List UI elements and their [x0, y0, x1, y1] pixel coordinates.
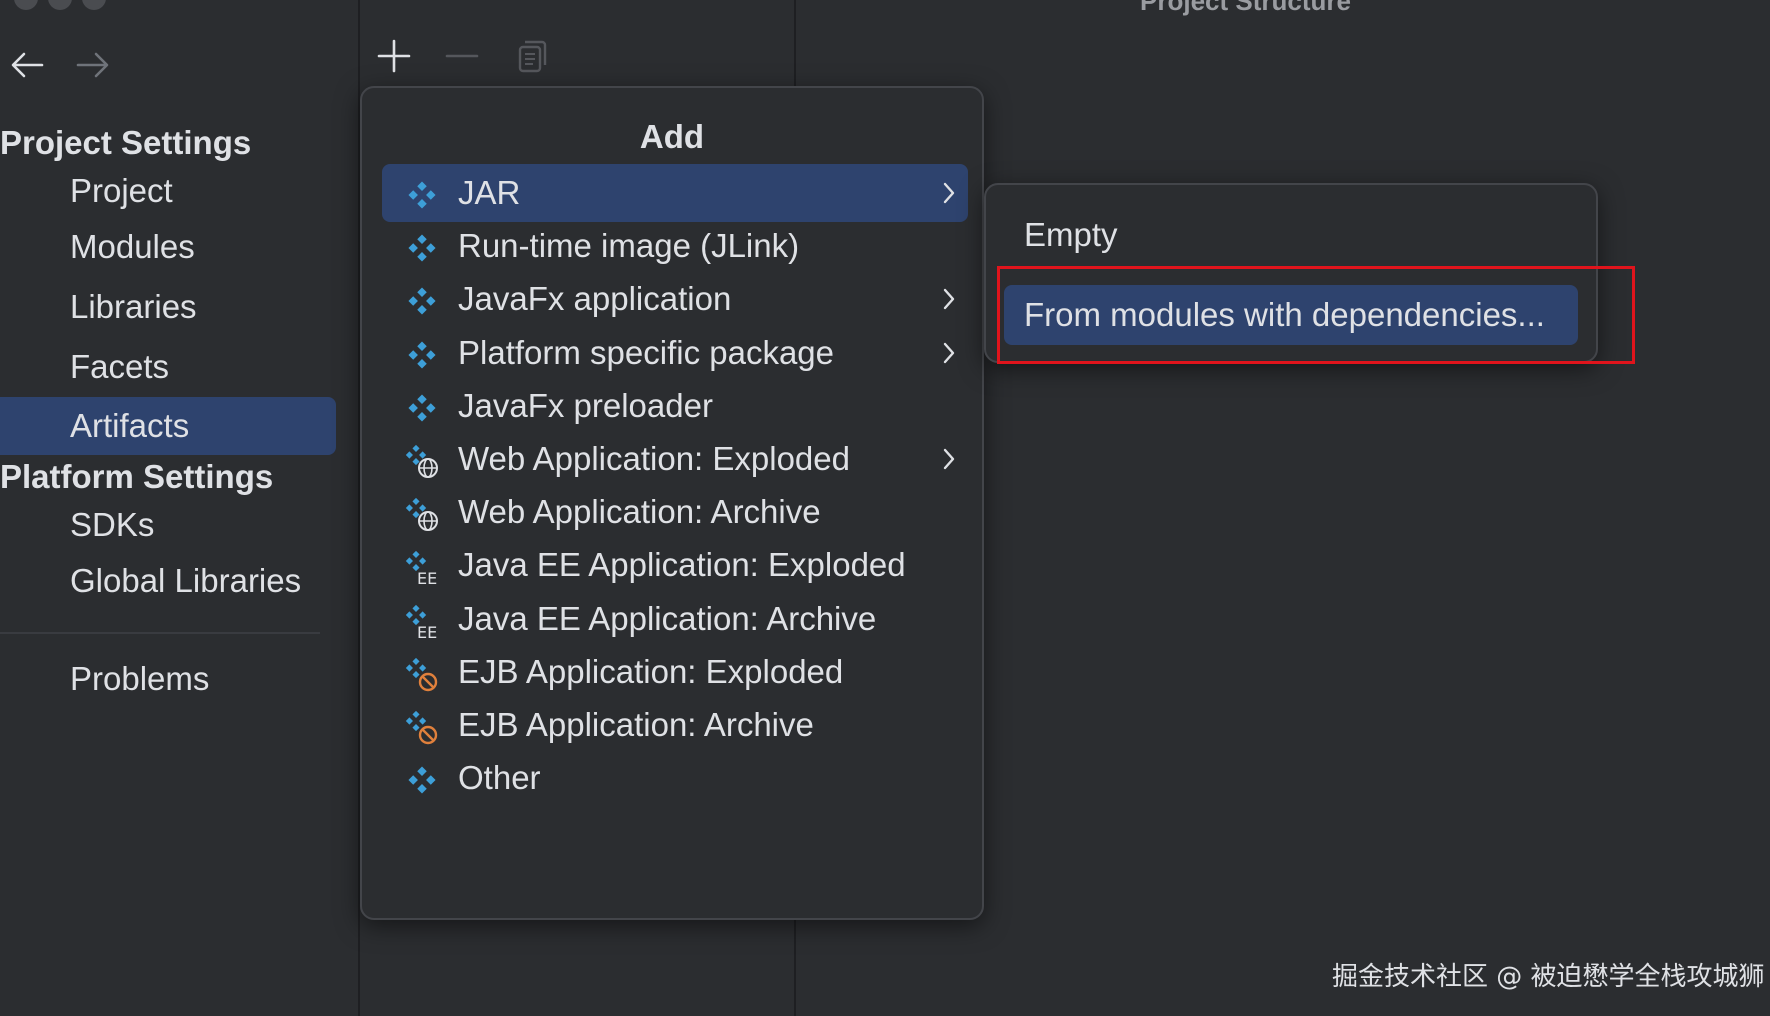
menu-item-platform-specific-package[interactable]: Platform specific package — [382, 324, 968, 382]
watermark: 掘金技术社区 @ 被迫懋学全栈攻城狮 — [1332, 962, 1765, 992]
window-title: Project Structure — [1140, 0, 1351, 16]
menu-item-web-application-archive[interactable]: Web Application: Archive — [382, 483, 968, 541]
menu-item-label: Web Application: Archive — [458, 493, 821, 530]
menu-item-label: EJB Application: Archive — [458, 706, 814, 743]
menu-item-javafx-preloader[interactable]: JavaFx preloader — [382, 377, 968, 435]
copy-artifact-button[interactable] — [508, 34, 552, 78]
menu-item-run-time-image-jlink[interactable]: Run-time image (JLink) — [382, 217, 968, 275]
plus-icon — [377, 39, 411, 73]
artifact-icon — [408, 394, 436, 422]
chevron-right-icon — [943, 448, 955, 470]
sidebar-item-libraries[interactable]: Libraries — [0, 278, 336, 336]
artifact-icon — [408, 287, 436, 315]
menu-item-ejb-application-exploded[interactable]: EJB Application: Exploded — [382, 643, 968, 701]
settings-sidebar: Project Settings Project Modules Librari… — [0, 0, 360, 1016]
web-artifact-icon — [405, 444, 438, 478]
menu-item-javafx-application[interactable]: JavaFx application — [382, 270, 968, 328]
web-artifact-icon — [405, 497, 438, 531]
svg-text:EE: EE — [417, 623, 437, 639]
artifact-icon — [408, 766, 436, 794]
chevron-right-icon — [943, 342, 955, 364]
chevron-right-icon — [943, 182, 955, 204]
sidebar-item-project[interactable]: Project — [0, 162, 336, 220]
sidebar-divider — [0, 632, 320, 634]
sidebar-item-artifacts[interactable]: Artifacts — [0, 397, 336, 455]
menu-item-label: Other — [458, 759, 541, 796]
sidebar-item-modules[interactable]: Modules — [0, 218, 336, 276]
platform-settings-header: Platform Settings — [0, 458, 274, 495]
sidebar-item-facets[interactable]: Facets — [0, 338, 336, 396]
arrow-right-icon — [76, 52, 109, 78]
menu-item-label: Platform specific package — [458, 334, 835, 371]
menu-item-other[interactable]: Other — [382, 749, 968, 807]
menu-item-ejb-application-archive[interactable]: EJB Application: Archive — [382, 696, 968, 754]
sidebar-item-sdks[interactable]: SDKs — [0, 496, 336, 554]
menu-item-label: Run-time image (JLink) — [458, 227, 800, 264]
add-artifact-button[interactable] — [372, 34, 416, 78]
ejb-artifact-icon — [405, 657, 438, 692]
remove-artifact-button[interactable] — [440, 34, 484, 78]
sidebar-item-global-libraries[interactable]: Global Libraries — [0, 552, 336, 610]
back-button[interactable] — [10, 48, 44, 88]
artifact-icon — [408, 181, 436, 209]
submenu-item-empty[interactable]: Empty — [1004, 205, 1578, 265]
javaee-artifact-icon: EE — [405, 550, 437, 585]
menu-item-label: Java EE Application: Exploded — [458, 546, 906, 583]
menu-item-jar[interactable]: JAR — [382, 164, 968, 222]
menu-item-web-application-exploded[interactable]: Web Application: Exploded — [382, 430, 968, 488]
menu-item-java-ee-application-archive[interactable]: EE Java EE Application: Archive — [382, 590, 968, 648]
menu-item-label: JavaFx application — [458, 280, 732, 317]
menu-item-label: EJB Application: Exploded — [458, 653, 844, 690]
sidebar-item-problems[interactable]: Problems — [0, 650, 336, 708]
copy-icon — [518, 40, 547, 73]
ejb-artifact-icon — [405, 710, 438, 745]
artifact-icon — [408, 341, 436, 369]
add-artifact-popup: Add JAR Run-time image (JLink) JavaFx appl… — [360, 86, 984, 920]
popup-title: Add — [639, 118, 705, 155]
minus-icon — [445, 54, 479, 58]
chevron-right-icon — [943, 288, 955, 310]
highlight-annotation-box — [997, 266, 1635, 364]
menu-item-label: JavaFx preloader — [458, 387, 713, 424]
forward-button[interactable] — [76, 48, 110, 88]
arrow-left-icon — [11, 52, 44, 78]
menu-item-label: Java EE Application: Archive — [458, 600, 877, 637]
project-settings-header: Project Settings — [0, 124, 252, 161]
javaee-artifact-icon: EE — [405, 604, 437, 639]
menu-item-label: Web Application: Exploded — [458, 440, 850, 477]
menu-item-label: JAR — [458, 174, 521, 211]
svg-text:EE: EE — [417, 569, 437, 585]
menu-item-java-ee-application-exploded[interactable]: EE Java EE Application: Exploded — [382, 536, 968, 594]
artifact-icon — [408, 234, 436, 262]
